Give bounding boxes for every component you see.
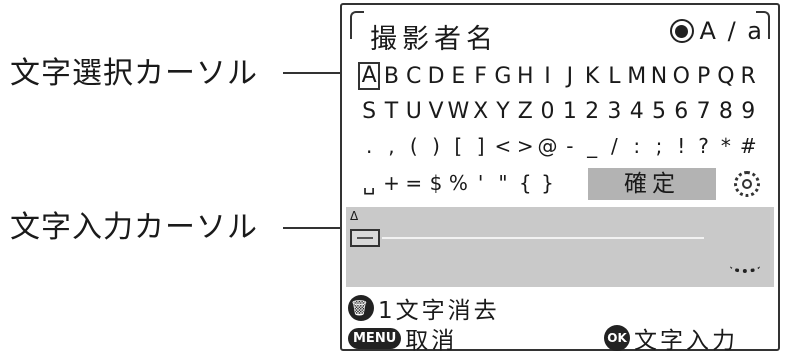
- char-key[interactable]: +: [380, 171, 402, 195]
- dial-hint-icon: [730, 259, 760, 273]
- char-key[interactable]: H: [514, 64, 536, 89]
- char-key[interactable]: {: [514, 171, 536, 195]
- char-key[interactable]: !: [670, 134, 692, 158]
- char-key[interactable]: ]: [469, 134, 491, 158]
- char-key[interactable]: U: [403, 99, 425, 124]
- confirm-button[interactable]: 確定: [588, 168, 716, 200]
- char-key[interactable]: C: [403, 64, 425, 89]
- char-key[interactable]: ␣: [358, 171, 380, 195]
- char-key[interactable]: ': [469, 171, 491, 195]
- char-key[interactable]: ?: [692, 134, 714, 158]
- delete-char-hint[interactable]: 🗑 1文字消去: [348, 291, 500, 325]
- char-key[interactable]: 8: [715, 99, 737, 124]
- char-key[interactable]: Z: [514, 99, 536, 124]
- char-row: ABCDEFGHIJKLMNOPQR: [358, 61, 759, 91]
- char-key[interactable]: D: [425, 64, 447, 89]
- screen-title: 撮影者名: [370, 24, 498, 55]
- char-key[interactable]: M: [626, 64, 648, 89]
- char-key[interactable]: 0: [536, 99, 558, 124]
- char-key[interactable]: ): [425, 134, 447, 158]
- char-key[interactable]: O: [670, 64, 692, 89]
- char-key[interactable]: ,: [380, 134, 402, 158]
- ok-button-icon: OK: [604, 325, 630, 351]
- char-key[interactable]: E: [447, 64, 469, 89]
- cancel-label: 取消: [405, 328, 458, 354]
- char-key[interactable]: $: [425, 171, 447, 195]
- input-line: [382, 237, 704, 239]
- char-key[interactable]: }: [536, 171, 558, 195]
- char-key[interactable]: I: [536, 64, 558, 89]
- char-key[interactable]: #: [737, 134, 759, 158]
- char-select-cursor-callout: 文字選択カーソル: [10, 56, 258, 91]
- char-key[interactable]: 7: [692, 99, 714, 124]
- char-key[interactable]: 4: [626, 99, 648, 124]
- char-key[interactable]: L: [603, 64, 625, 89]
- char-key[interactable]: W: [447, 99, 469, 124]
- char-key[interactable]: A: [358, 62, 381, 90]
- input-char-label: 文字入力: [634, 328, 738, 354]
- char-key[interactable]: _: [581, 134, 603, 158]
- char-key[interactable]: S: [358, 99, 380, 124]
- char-key[interactable]: 9: [737, 99, 759, 124]
- cancel-hint[interactable]: MENU 取消: [348, 321, 457, 355]
- caret-mark: Δ: [350, 209, 359, 223]
- char-key[interactable]: -: [559, 134, 581, 158]
- trash-icon: 🗑: [348, 295, 374, 321]
- char-key[interactable]: *: [715, 134, 737, 158]
- char-key[interactable]: 5: [648, 99, 670, 124]
- input-mode-toggle[interactable]: A / a: [669, 17, 764, 45]
- char-key[interactable]: B: [380, 64, 402, 89]
- char-key[interactable]: Q: [715, 64, 737, 89]
- char-key[interactable]: F: [469, 64, 491, 89]
- char-key[interactable]: ": [492, 171, 514, 195]
- char-key[interactable]: /: [603, 134, 625, 158]
- screen-tab-left: [350, 11, 364, 39]
- char-key[interactable]: X: [469, 99, 491, 124]
- input-char-hint[interactable]: OK 文字入力: [604, 321, 738, 355]
- char-key[interactable]: .: [358, 134, 380, 158]
- char-key[interactable]: @: [536, 134, 558, 158]
- text-input-cursor: [350, 229, 380, 247]
- char-key[interactable]: <: [492, 134, 514, 158]
- char-key[interactable]: N: [648, 64, 670, 89]
- char-key[interactable]: J: [559, 64, 581, 89]
- char-key[interactable]: T: [380, 99, 402, 124]
- char-key[interactable]: :: [626, 134, 648, 158]
- delete-char-label: 1文字消去: [378, 298, 500, 324]
- input-mode-label: A / a: [699, 17, 764, 45]
- char-key[interactable]: =: [403, 171, 425, 195]
- char-key[interactable]: Y: [492, 99, 514, 124]
- char-row: ␣ + = $% ' "{}: [358, 168, 559, 198]
- char-key[interactable]: 1: [559, 99, 581, 124]
- char-key[interactable]: V: [425, 99, 447, 124]
- char-key[interactable]: 6: [670, 99, 692, 124]
- char-row: .,()[] < > @ - _ /:;!? * #: [358, 131, 759, 161]
- gear-icon[interactable]: [734, 171, 760, 197]
- char-key[interactable]: 2: [581, 99, 603, 124]
- char-key[interactable]: G: [492, 64, 514, 89]
- char-key[interactable]: %: [447, 171, 469, 195]
- char-key[interactable]: 3: [603, 99, 625, 124]
- char-key[interactable]: (: [403, 134, 425, 158]
- char-input-cursor-callout: 文字入力カーソル: [10, 210, 258, 245]
- text-input-area[interactable]: Δ: [346, 207, 774, 287]
- char-key[interactable]: R: [737, 64, 759, 89]
- dial-mode-icon: [669, 19, 694, 43]
- char-key[interactable]: P: [692, 64, 714, 89]
- char-row: STUVWXYZ0123456789: [358, 96, 759, 126]
- char-key[interactable]: ;: [648, 134, 670, 158]
- char-key[interactable]: K: [581, 64, 603, 89]
- char-key[interactable]: [: [447, 134, 469, 158]
- menu-button-icon: MENU: [348, 327, 402, 349]
- camera-screen: 撮影者名 A / a ABCDEFGHIJKLMNOPQR STUVWXYZ01…: [340, 3, 780, 354]
- char-key[interactable]: >: [514, 134, 536, 158]
